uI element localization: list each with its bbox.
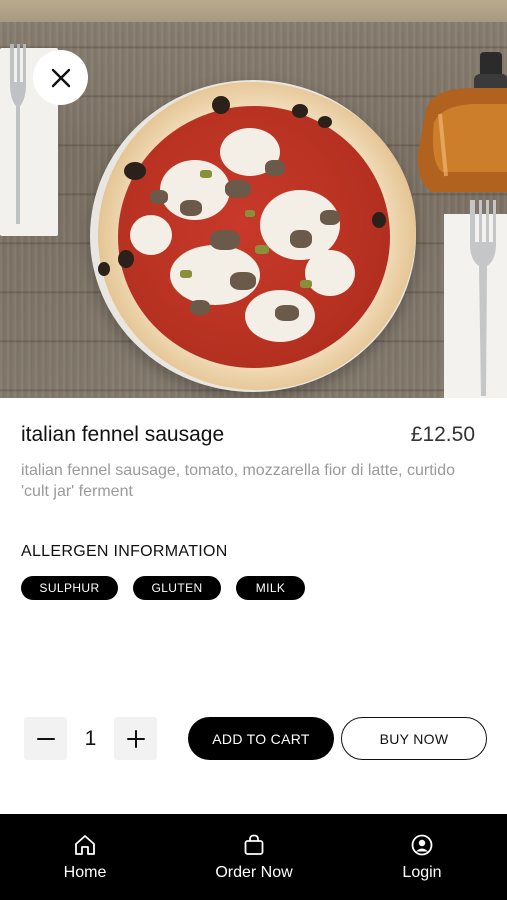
- home-icon: [75, 835, 95, 855]
- fork-right-icon: [470, 200, 496, 396]
- product-description: italian fennel sausage, tomato, mozzarel…: [21, 462, 456, 500]
- herb: [245, 210, 255, 217]
- nav-label-order-now: Order Now: [215, 864, 293, 881]
- crust-char: [292, 104, 308, 118]
- add-to-cart-button[interactable]: ADD TO CART: [188, 717, 334, 760]
- allergen-list: SULPHUR GLUTEN MILK: [21, 576, 305, 600]
- table-edge: [0, 0, 507, 22]
- crust-char: [212, 96, 230, 114]
- minus-icon: [36, 737, 55, 740]
- sausage: [320, 210, 340, 225]
- crust-char: [372, 212, 386, 228]
- nav-label-login: Login: [402, 864, 442, 881]
- close-button[interactable]: [33, 50, 88, 105]
- crust-char: [118, 250, 134, 268]
- crust-char: [124, 162, 146, 180]
- sausage: [230, 272, 256, 290]
- sausage: [210, 230, 240, 250]
- sausage: [225, 180, 251, 198]
- sausage: [265, 160, 285, 176]
- allergen-chip-gluten: GLUTEN: [133, 576, 221, 600]
- shopping-bag-icon: [244, 834, 264, 855]
- crust-char: [98, 262, 110, 276]
- nav-item-login[interactable]: Login: [387, 814, 457, 900]
- oil-bottle: [417, 52, 507, 192]
- product-price: £12.50: [410, 423, 475, 446]
- allergen-chip-milk: MILK: [236, 576, 305, 600]
- bottom-nav: Home Order Now Login: [0, 814, 507, 900]
- sausage: [150, 190, 168, 204]
- mozzarella: [305, 250, 355, 296]
- quantity-decrease-button[interactable]: [24, 717, 67, 760]
- nav-item-home[interactable]: Home: [50, 814, 120, 900]
- herb: [300, 280, 312, 288]
- product-title: italian fennel sausage: [21, 423, 225, 446]
- sausage: [180, 200, 202, 216]
- crust-char: [318, 116, 332, 128]
- sausage: [290, 230, 312, 248]
- herb: [200, 170, 212, 178]
- allergen-chip-sulphur: SULPHUR: [21, 576, 118, 600]
- fork-left-icon: [10, 44, 26, 224]
- close-icon: [51, 68, 70, 87]
- nav-item-order-now[interactable]: Order Now: [203, 814, 305, 900]
- nav-label-home: Home: [63, 864, 107, 881]
- sausage: [190, 300, 210, 315]
- buy-now-button[interactable]: BUY NOW: [341, 717, 487, 760]
- quantity-value: 1: [84, 726, 97, 750]
- mozzarella: [130, 215, 172, 255]
- allergen-heading: ALLERGEN INFORMATION: [21, 543, 228, 560]
- sausage: [275, 305, 299, 321]
- quantity-increase-button[interactable]: [114, 717, 157, 760]
- herb: [255, 245, 269, 254]
- plus-icon: [126, 729, 145, 748]
- herb: [180, 270, 192, 278]
- product-image: [0, 0, 507, 398]
- user-circle-icon: [411, 834, 433, 856]
